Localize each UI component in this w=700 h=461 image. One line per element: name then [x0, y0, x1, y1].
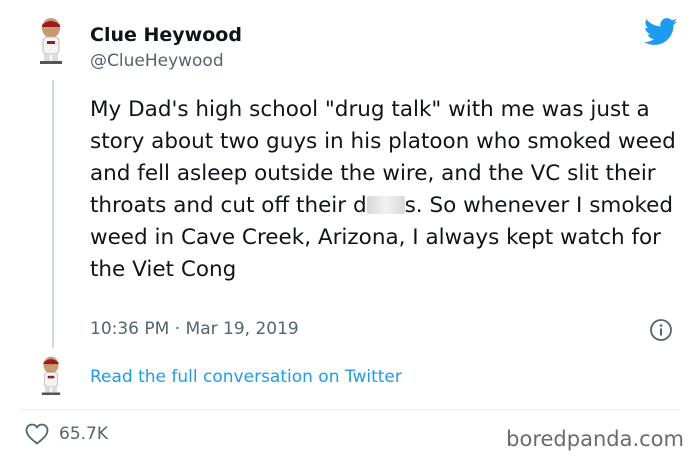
thread-line	[52, 80, 54, 348]
watermark: boredpanda.com	[506, 427, 684, 451]
user-avatar[interactable]	[34, 16, 68, 64]
divider	[20, 409, 680, 410]
tweet-text: My Dad's high school "drug talk" with me…	[90, 94, 686, 286]
user-handle[interactable]: @ClueHeywood	[90, 51, 224, 71]
heart-icon[interactable]	[25, 423, 49, 445]
censor-blur	[366, 196, 405, 214]
like-count: 65.7K	[59, 424, 108, 444]
twitter-bird-icon[interactable]	[644, 18, 678, 46]
read-conversation-link[interactable]: Read the full conversation on Twitter	[90, 367, 402, 387]
tweet-timestamp[interactable]: 10:36 PM · Mar 19, 2019	[90, 319, 299, 339]
info-icon[interactable]	[649, 318, 673, 342]
like-button[interactable]: 65.7K	[25, 423, 108, 445]
reply-avatar[interactable]	[36, 355, 66, 395]
user-name[interactable]: Clue Heywood	[90, 24, 242, 46]
